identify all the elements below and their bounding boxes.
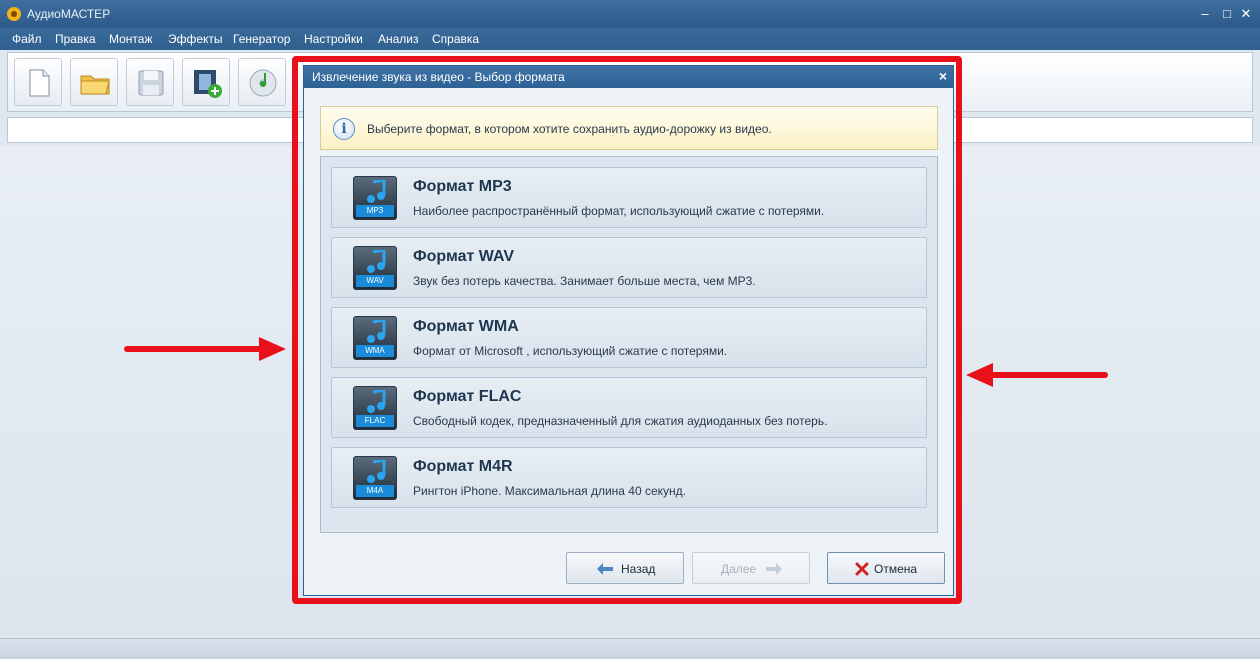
burn-cd-button[interactable] xyxy=(238,58,286,106)
extract-from-video-button[interactable] xyxy=(182,58,230,106)
menu-help[interactable]: Справка xyxy=(432,32,479,46)
info-banner: i Выберите формат, в котором хотите сохр… xyxy=(320,106,938,150)
app-logo-icon xyxy=(7,7,21,21)
right-pointing-arrow-annotation xyxy=(966,363,1108,387)
format-name: Формат MP3 xyxy=(413,178,512,195)
format-option-wma[interactable]: WMA Формат WMA Формат от Microsoft , исп… xyxy=(331,307,927,368)
dialog-close-icon[interactable]: × xyxy=(939,68,947,84)
format-ext-label: WMA xyxy=(356,345,394,357)
arrow-right-icon xyxy=(766,563,782,575)
cd-music-icon xyxy=(249,69,277,97)
format-description: Свободный кодек, предназначенный для сжа… xyxy=(413,414,828,428)
menu-generator[interactable]: Генератор xyxy=(233,32,290,46)
format-option-wav[interactable]: WAV Формат WAV Звук без потерь качества.… xyxy=(331,237,927,298)
format-name: Формат M4R xyxy=(413,458,513,475)
info-text: Выберите формат, в котором хотите сохран… xyxy=(367,122,772,136)
cancel-button-label: Отмена xyxy=(874,562,918,576)
music-file-icon: WAV xyxy=(353,246,397,290)
format-ext-label: FLAC xyxy=(356,415,394,427)
folder-icon xyxy=(80,75,110,95)
format-description: Рингтон iPhone. Максимальная длина 40 се… xyxy=(413,484,686,498)
next-button[interactable]: Далее xyxy=(692,552,810,584)
back-button-label: Назад xyxy=(621,562,656,576)
format-ext-label: M4A xyxy=(356,485,394,497)
music-file-icon: MP3 xyxy=(353,176,397,220)
menu-edit[interactable]: Правка xyxy=(55,32,96,46)
save-file-button[interactable] xyxy=(126,58,174,106)
menu-effects[interactable]: Эффекты xyxy=(168,32,223,46)
format-name: Формат WAV xyxy=(413,248,515,265)
back-button[interactable]: Назад xyxy=(566,552,684,584)
format-name: Формат WMA xyxy=(413,318,519,335)
format-description: Формат от Microsoft , использующий сжати… xyxy=(413,344,728,358)
info-icon: i xyxy=(333,118,355,140)
format-name: Формат FLAC xyxy=(413,388,522,405)
format-select-dialog: Извлечение звука из видео - Выбор формат… xyxy=(303,65,954,596)
menu-settings[interactable]: Настройки xyxy=(304,32,363,46)
format-ext-label: WAV xyxy=(356,275,394,287)
open-file-button[interactable] xyxy=(70,58,118,106)
menubar: Файл Правка Монтаж Эффекты Генератор Нас… xyxy=(0,28,1260,50)
menu-analysis[interactable]: Анализ xyxy=(378,32,419,46)
music-file-icon: WMA xyxy=(353,316,397,360)
menu-file[interactable]: Файл xyxy=(12,32,42,46)
next-button-label: Далее xyxy=(721,562,757,576)
left-pointing-arrow-annotation xyxy=(124,337,286,361)
new-file-button[interactable] xyxy=(14,58,62,106)
dialog-titlebar: Извлечение звука из видео - Выбор формат… xyxy=(304,66,953,88)
film-add-icon xyxy=(194,70,222,98)
format-option-m4r[interactable]: M4A Формат M4R Рингтон iPhone. Максималь… xyxy=(331,447,927,508)
app-titlebar: АудиоМАСТЕР – □ ✕ xyxy=(0,0,1260,28)
format-ext-label: MP3 xyxy=(356,205,394,217)
app-title: АудиоМАСТЕР xyxy=(27,7,111,21)
format-option-flac[interactable]: FLAC Формат FLAC Свободный кодек, предна… xyxy=(331,377,927,438)
format-description: Звук без потерь качества. Занимает больш… xyxy=(413,274,756,288)
music-file-icon: M4A xyxy=(353,456,397,500)
arrow-left-icon xyxy=(597,563,613,575)
format-description: Наиболее распространённый формат, исполь… xyxy=(413,204,825,218)
music-file-icon: FLAC xyxy=(353,386,397,430)
cancel-button[interactable]: Отмена xyxy=(827,552,945,584)
menu-montage[interactable]: Монтаж xyxy=(109,32,153,46)
format-option-mp3[interactable]: MP3 Формат MP3 Наиболее распространённый… xyxy=(331,167,927,228)
new-file-icon xyxy=(29,69,50,97)
dialog-title: Извлечение звука из видео - Выбор формат… xyxy=(312,70,565,84)
close-window-icon[interactable]: ✕ xyxy=(1237,5,1255,23)
minimize-icon[interactable]: – xyxy=(1196,5,1214,23)
save-disk-icon xyxy=(138,70,164,96)
status-bar xyxy=(0,638,1260,659)
cancel-x-icon xyxy=(855,562,869,576)
maximize-icon[interactable]: □ xyxy=(1218,5,1236,23)
format-list: MP3 Формат MP3 Наиболее распространённый… xyxy=(320,156,938,533)
